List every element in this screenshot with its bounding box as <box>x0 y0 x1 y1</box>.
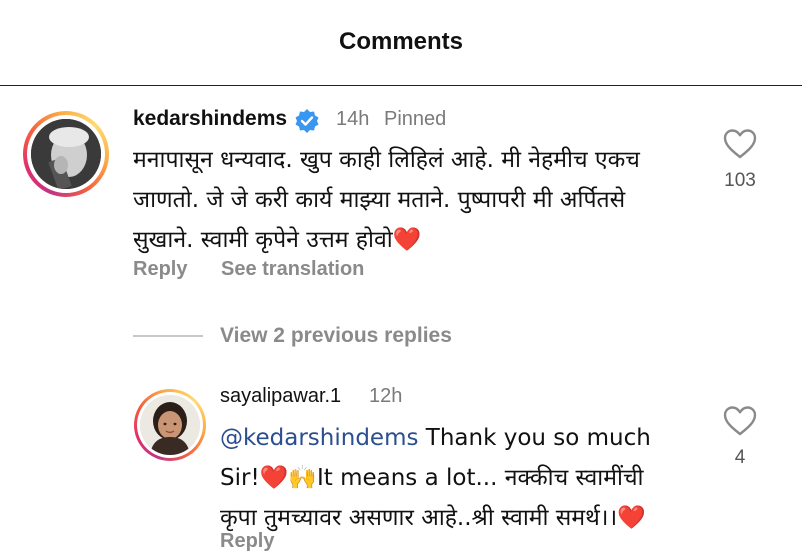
red-heart-emoji: ❤️ <box>392 227 422 253</box>
like-heart-icon[interactable] <box>723 128 757 160</box>
verified-badge-icon <box>295 109 319 133</box>
comment-line: जाणतो. जे जे करी कार्य माझ्या मताने. पुष… <box>133 187 626 213</box>
red-heart-emoji: ❤️ <box>617 505 646 531</box>
view-previous-replies-button[interactable]: View 2 previous replies <box>220 324 452 348</box>
see-translation-button[interactable]: See translation <box>221 258 364 281</box>
reply-timestamp: 12h <box>369 385 403 407</box>
page-title: Comments <box>338 28 464 55</box>
comments-header: Comments <box>0 0 802 86</box>
reply-line: कृपा तुमच्यावर असणार आहे..श्री स्वामी सम… <box>220 505 646 531</box>
reply-username[interactable]: sayalipawar.1 <box>220 385 341 408</box>
raised-hands-emoji: 🙌 <box>288 465 317 491</box>
profile-photo-icon <box>140 395 200 455</box>
reply-line: Sir!❤️🙌It means a lot... नक्कीच स्वामींच… <box>220 465 644 491</box>
reply-button[interactable]: Reply <box>220 530 274 553</box>
avatar[interactable] <box>134 389 206 461</box>
comment-username[interactable]: kedarshindems <box>133 107 287 131</box>
like-count: 4 <box>734 447 746 468</box>
comment-line: सुखाने. स्वामी कृपेने उत्तम होवो❤️ <box>133 227 422 253</box>
pinned-label: Pinned <box>384 108 447 130</box>
comment-text: मनापासून धन्यवाद. खुप काही लिहिलं आहे. म… <box>133 140 703 260</box>
avatar[interactable] <box>23 111 109 197</box>
comment-timestamp: 14h <box>336 108 370 130</box>
replies-divider <box>133 335 203 337</box>
like-count: 103 <box>724 170 756 191</box>
reply-line: @kedarshindems Thank you so much <box>220 425 651 451</box>
reply-button[interactable]: Reply <box>133 258 187 281</box>
like-heart-icon[interactable] <box>723 405 757 437</box>
reply-text: @kedarshindems Thank you so much Sir!❤️🙌… <box>220 418 720 538</box>
mention-link[interactable]: @kedarshindems <box>220 425 418 451</box>
red-heart-emoji: ❤️ <box>259 465 289 491</box>
profile-photo-icon <box>31 119 101 189</box>
comment-line: मनापासून धन्यवाद. खुप काही लिहिलं आहे. म… <box>133 147 640 173</box>
